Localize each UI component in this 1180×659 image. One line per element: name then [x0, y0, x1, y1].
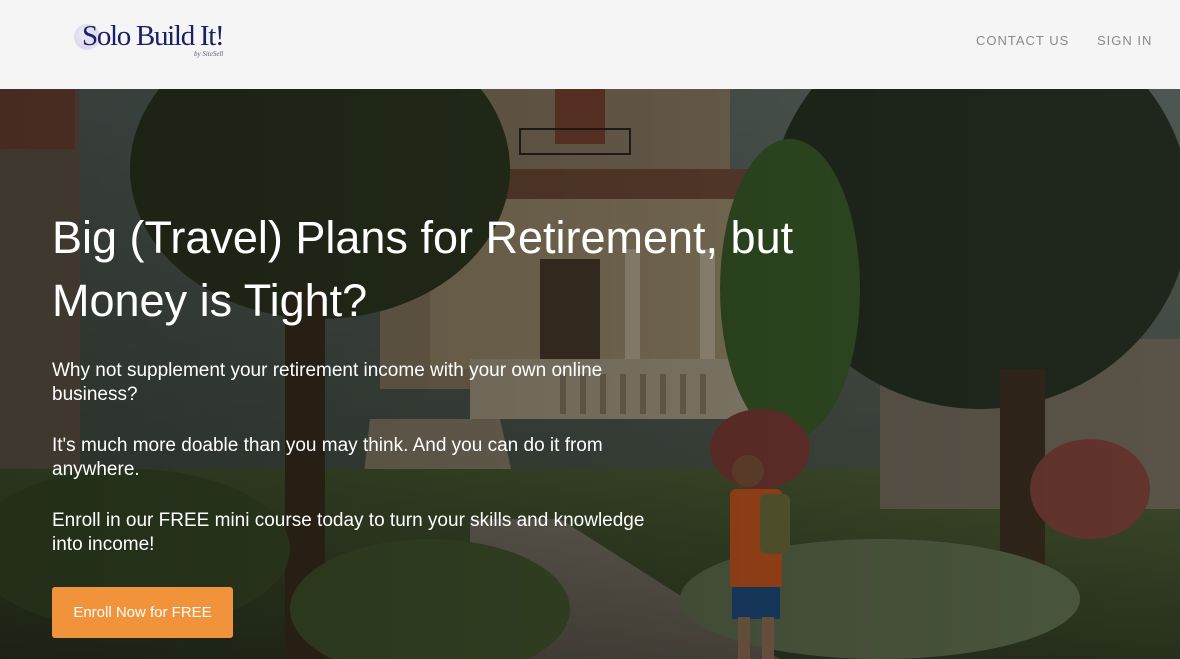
hero-headline: Big (Travel) Plans for Retirement, but M…: [52, 212, 794, 326]
logo-text: Solo Build It!: [82, 20, 225, 52]
site-header: Solo Build It! by SiteSell CONTACT US SI…: [0, 0, 1180, 89]
hero-paragraph-2: It's much more doable than you may think…: [52, 435, 603, 480]
nav-contact-us[interactable]: CONTACT US: [976, 33, 1069, 48]
hero-paragraph-1: Why not supplement your retirement incom…: [52, 360, 603, 405]
enroll-now-button[interactable]: Enroll Now for FREE: [52, 587, 233, 638]
nav-sign-in[interactable]: SIGN IN: [1097, 33, 1152, 48]
hero-paragraph-3: Enroll in our FREE mini course today to …: [52, 510, 645, 555]
logo-subtitle: by SiteSell: [194, 50, 224, 58]
logo[interactable]: Solo Build It! by SiteSell: [74, 20, 244, 62]
hero-section: Big (Travel) Plans for Retirement, but M…: [0, 89, 1180, 659]
